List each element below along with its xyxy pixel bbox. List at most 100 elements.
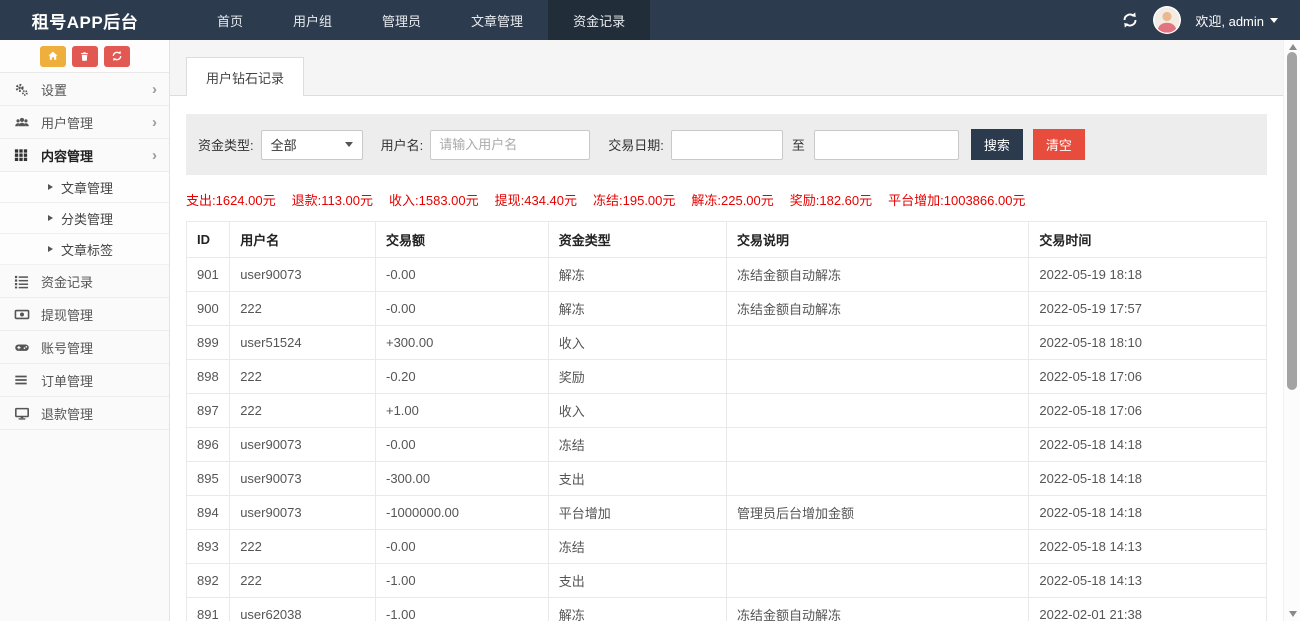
clear-button[interactable]: 清空 <box>1033 129 1085 160</box>
table-cell-3: +300.00 <box>375 326 548 360</box>
table-cell-1: 901 <box>187 258 230 292</box>
table-row: 891user62038-1.00解冻冻结金额自动解冻2022-02-01 21… <box>187 598 1267 621</box>
table-header-row: ID用户名交易额资金类型交易说明交易时间 <box>187 222 1267 258</box>
topnav-item-4[interactable]: 文章管理 <box>446 0 548 40</box>
caret-right-icon <box>48 184 53 190</box>
date-to-input[interactable] <box>814 130 959 160</box>
tab-bar: 用户钻石记录 <box>170 40 1283 96</box>
fund-type-select[interactable]: 全部 <box>261 130 363 160</box>
table-row: 901user90073-0.00解冻冻结金额自动解冻2022-05-19 18… <box>187 258 1267 292</box>
summary-item: 退款:113.00元 <box>292 190 373 209</box>
vertical-scrollbar[interactable] <box>1283 40 1300 621</box>
summary-bar: 支出:1624.00元退款:113.00元收入:1583.00元提现:434.4… <box>186 190 1267 209</box>
sidebar-item-3[interactable]: 内容管理› <box>0 139 169 172</box>
sidebar-item-label: 内容管理 <box>41 146 152 165</box>
trash-button[interactable] <box>72 46 98 67</box>
sidebar-subitem-2[interactable]: 分类管理 <box>0 203 169 234</box>
sidebar-item-2[interactable]: 用户管理› <box>0 106 169 139</box>
table-cell-6: 2022-05-18 17:06 <box>1029 394 1267 428</box>
scroll-down-arrow[interactable] <box>1284 607 1300 621</box>
sidebar-item-1[interactable]: 设置› <box>0 73 169 106</box>
refresh-icon[interactable] <box>1121 11 1139 29</box>
table-cell-5 <box>726 530 1028 564</box>
main-content: 用户钻石记录 资金类型: 全部 用户名: 交易日期: 至 搜索 清空 支出:16… <box>170 40 1283 621</box>
table-cell-6: 2022-05-18 14:13 <box>1029 564 1267 598</box>
table-row: 900222-0.00解冻冻结金额自动解冻2022-05-19 17:57 <box>187 292 1267 326</box>
table-row: 898222-0.20奖励2022-05-18 17:06 <box>187 360 1267 394</box>
avatar[interactable] <box>1153 6 1181 34</box>
table-cell-4: 奖励 <box>548 360 726 394</box>
topnav-item-1[interactable]: 首页 <box>192 0 268 40</box>
chevron-right-icon: › <box>152 115 157 130</box>
sidebar-item-6[interactable]: 账号管理 <box>0 331 169 364</box>
table-cell-3: -0.00 <box>375 292 548 326</box>
column-header-1: ID <box>187 222 230 258</box>
summary-item: 奖励:182.60元 <box>790 190 872 209</box>
table-row: 899user51524+300.00收入2022-05-18 18:10 <box>187 326 1267 360</box>
table-cell-4: 解冻 <box>548 292 726 326</box>
topnav-item-2[interactable]: 用户组 <box>268 0 357 40</box>
caret-right-icon <box>48 215 53 221</box>
table-cell-5 <box>726 564 1028 598</box>
sidebar-item-7[interactable]: 订单管理 <box>0 364 169 397</box>
home-button[interactable] <box>40 46 66 67</box>
table-row: 892222-1.00支出2022-05-18 14:13 <box>187 564 1267 598</box>
table-cell-1: 893 <box>187 530 230 564</box>
sidebar-item-5[interactable]: 提现管理 <box>0 298 169 331</box>
table-cell-6: 2022-02-01 21:38 <box>1029 598 1267 621</box>
table-cell-5 <box>726 428 1028 462</box>
date-to-label: 至 <box>792 135 805 154</box>
table-cell-2: user90073 <box>230 258 376 292</box>
sidebar-item-label: 退款管理 <box>41 404 157 423</box>
sidebar-subitem-label: 文章管理 <box>61 178 113 197</box>
column-header-4: 资金类型 <box>548 222 726 258</box>
recycle-button[interactable] <box>104 46 130 67</box>
table-cell-5: 冻结金额自动解冻 <box>726 258 1028 292</box>
summary-item: 冻结:195.00元 <box>593 190 675 209</box>
search-button[interactable]: 搜索 <box>971 129 1023 160</box>
date-from-input[interactable] <box>671 130 783 160</box>
table-cell-6: 2022-05-18 14:18 <box>1029 496 1267 530</box>
table-cell-4: 支出 <box>548 564 726 598</box>
sidebar-item-8[interactable]: 退款管理 <box>0 397 169 430</box>
table-row: 895user90073-300.00支出2022-05-18 14:18 <box>187 462 1267 496</box>
table-cell-5: 冻结金额自动解冻 <box>726 598 1028 621</box>
sidebar-item-label: 用户管理 <box>41 113 152 132</box>
gears-icon <box>14 81 31 97</box>
username-label: 用户名: <box>381 135 424 154</box>
sidebar-item-label: 设置 <box>41 80 152 99</box>
table-cell-5: 管理员后台增加金额 <box>726 496 1028 530</box>
summary-item: 解冻:225.00元 <box>691 190 773 209</box>
table-cell-3: -0.00 <box>375 428 548 462</box>
sidebar-item-label: 订单管理 <box>41 371 157 390</box>
table-cell-1: 895 <box>187 462 230 496</box>
fund-type-label: 资金类型: <box>198 135 254 154</box>
topnav-item-5[interactable]: 资金记录 <box>548 0 650 40</box>
table-row: 894user90073-1000000.00平台增加管理员后台增加金额2022… <box>187 496 1267 530</box>
column-header-5: 交易说明 <box>726 222 1028 258</box>
tab-user-diamond-records[interactable]: 用户钻石记录 <box>186 57 304 96</box>
table-cell-3: -0.00 <box>375 258 548 292</box>
table-cell-1: 898 <box>187 360 230 394</box>
welcome-text: 欢迎, admin <box>1195 11 1264 30</box>
sidebar-item-4[interactable]: 资金记录 <box>0 265 169 298</box>
chevron-right-icon: › <box>152 148 157 163</box>
sidebar-item-label: 提现管理 <box>41 305 157 324</box>
records-table: ID用户名交易额资金类型交易说明交易时间 901user90073-0.00解冻… <box>186 221 1267 621</box>
scrollbar-thumb[interactable] <box>1287 52 1297 390</box>
sidebar: 设置›用户管理›内容管理›文章管理分类管理文章标签资金记录提现管理账号管理订单管… <box>0 40 170 621</box>
username-input[interactable] <box>430 130 590 160</box>
sidebar-subitem-1[interactable]: 文章管理 <box>0 172 169 203</box>
table-cell-2: user90073 <box>230 496 376 530</box>
table-cell-4: 冻结 <box>548 428 726 462</box>
sidebar-subitem-3[interactable]: 文章标签 <box>0 234 169 265</box>
table-cell-6: 2022-05-18 14:18 <box>1029 462 1267 496</box>
desktop-icon <box>14 405 31 421</box>
table-row: 893222-0.00冻结2022-05-18 14:13 <box>187 530 1267 564</box>
filter-bar: 资金类型: 全部 用户名: 交易日期: 至 搜索 清空 <box>186 114 1267 175</box>
table-cell-6: 2022-05-18 18:10 <box>1029 326 1267 360</box>
top-navbar: 租号APP后台 首页用户组管理员文章管理资金记录 欢迎, admin <box>0 0 1300 40</box>
user-menu[interactable]: 欢迎, admin <box>1195 11 1278 30</box>
topnav-item-3[interactable]: 管理员 <box>357 0 446 40</box>
table-cell-5 <box>726 462 1028 496</box>
